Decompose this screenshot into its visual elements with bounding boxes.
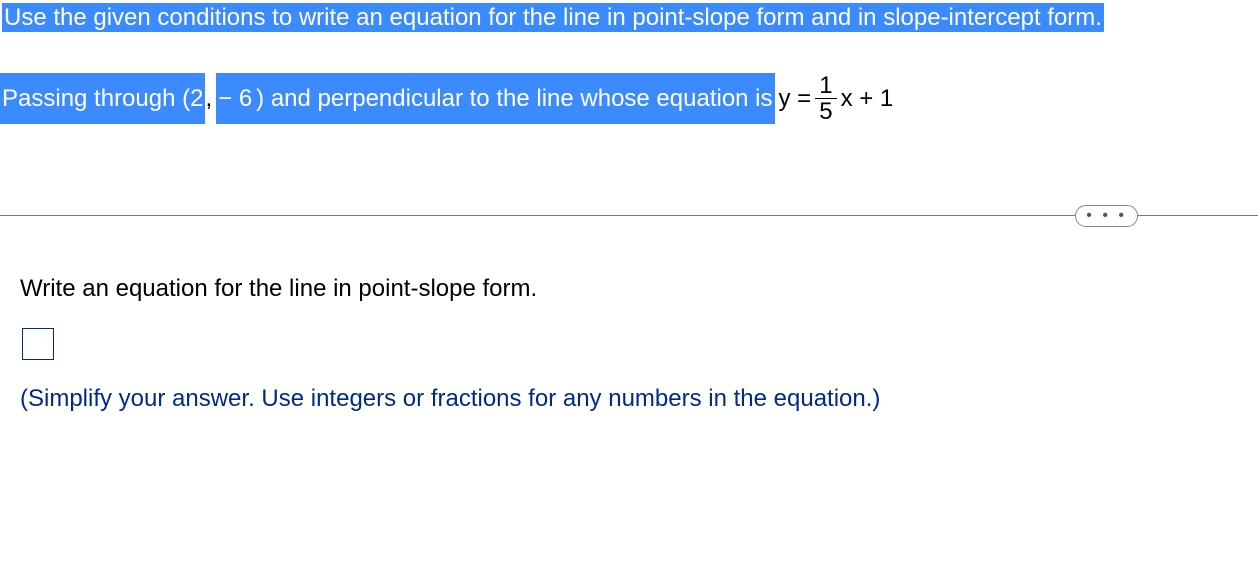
conditions-seg1: Passing through (2 <box>0 73 205 124</box>
instruction-text: Use the given conditions to write an equ… <box>2 3 1104 32</box>
conditions-seg3: ) and perpendicular to the line whose eq… <box>254 73 774 124</box>
divider-line <box>0 215 1258 216</box>
fraction-denominator: 5 <box>815 98 836 124</box>
more-button[interactable]: • • • <box>1075 205 1138 227</box>
fraction-numerator: 1 <box>819 73 832 98</box>
conditions-comma: , <box>205 75 216 123</box>
eq-rhs: x + 1 <box>841 85 894 113</box>
fraction: 1 5 <box>815 73 836 124</box>
equation-tail: y = 1 5 x + 1 <box>779 73 894 124</box>
answer-input[interactable] <box>22 328 54 360</box>
eq-lhs: y = <box>779 85 812 113</box>
conditions-seg2: − 6 <box>216 73 254 124</box>
divider-row: • • • <box>0 205 1258 225</box>
prompt-text: Write an equation for the line in point-… <box>20 275 1258 303</box>
hint-text: (Simplify your answer. Use integers or f… <box>20 385 1258 413</box>
prompt-section: Write an equation for the line in point-… <box>20 275 1258 413</box>
conditions-row: Passing through (2 , − 6 ) and perpendic… <box>0 73 1258 124</box>
